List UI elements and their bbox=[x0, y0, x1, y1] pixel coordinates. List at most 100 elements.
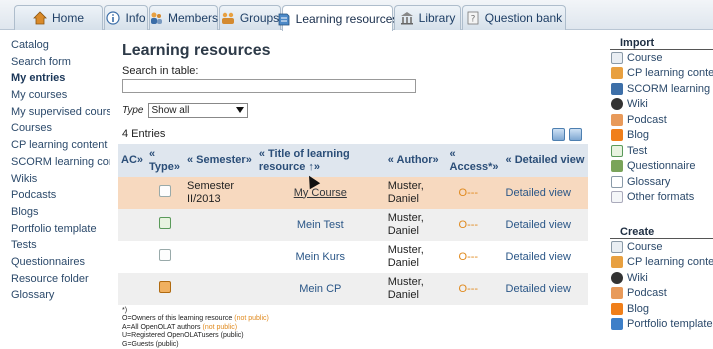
detailed-view-link[interactable]: Detailed view bbox=[506, 283, 571, 295]
sidebar-item-wikis[interactable]: Wikis bbox=[0, 171, 110, 188]
sidebar-item-glossary[interactable]: Glossary bbox=[0, 287, 110, 304]
tab-members[interactable]: Members bbox=[149, 5, 218, 30]
main-tab-bar: Home Info Members Groups Learning resour… bbox=[0, 0, 713, 31]
sidebar-item-resource-folder[interactable]: Resource folder bbox=[0, 271, 110, 288]
table-export-icon[interactable] bbox=[569, 127, 582, 141]
cell-author: Muster, Daniel bbox=[384, 177, 447, 209]
info-icon bbox=[106, 11, 121, 25]
sidebar-item-blogs[interactable]: Blogs bbox=[0, 204, 110, 221]
podcast-icon bbox=[611, 113, 623, 126]
import-wiki[interactable]: Wiki bbox=[610, 97, 713, 113]
tab-question-bank[interactable]: ? Question bank bbox=[462, 5, 566, 30]
legend-line: A=All OpenOLAT authors (not public) bbox=[122, 323, 238, 331]
create-blog[interactable]: Blog bbox=[610, 301, 713, 317]
scorm-icon bbox=[611, 82, 623, 95]
column-header-semester[interactable]: « Semester» bbox=[184, 144, 256, 177]
tab-learning-resources[interactable]: Learning resources bbox=[278, 5, 398, 31]
table-tools bbox=[552, 127, 582, 141]
sidebar-item-tests[interactable]: Tests bbox=[0, 237, 110, 254]
sidebar-item-podcasts[interactable]: Podcasts bbox=[0, 187, 110, 204]
tab-info[interactable]: Info bbox=[104, 5, 148, 30]
column-header-access[interactable]: « Access*» bbox=[446, 144, 503, 177]
right-actions-panel: Import Course CP learning content SCORM … bbox=[610, 37, 713, 332]
import-heading: Import bbox=[610, 37, 713, 50]
sidebar-item-scorm-learning-content[interactable]: SCORM learning content bbox=[0, 154, 110, 171]
blog-icon bbox=[611, 302, 623, 315]
create-podcast[interactable]: Podcast bbox=[610, 286, 713, 302]
portfolio-template-icon bbox=[611, 318, 623, 331]
glossary-icon bbox=[611, 175, 623, 188]
table-settings-icon[interactable] bbox=[552, 127, 565, 141]
import-course[interactable]: Course bbox=[610, 50, 713, 66]
import-scorm-learning-content[interactable]: SCORM learning content bbox=[610, 81, 713, 97]
create-course[interactable]: Course bbox=[610, 239, 713, 255]
questionnaire-icon bbox=[611, 160, 623, 173]
course-icon bbox=[611, 51, 623, 64]
column-header-type[interactable]: « Type» bbox=[146, 144, 184, 177]
import-questionnaire[interactable]: Questionnaire bbox=[610, 159, 713, 175]
table-row[interactable]: Mein Test Muster, Daniel O--- Detailed v… bbox=[118, 209, 588, 241]
cp-icon bbox=[159, 281, 171, 293]
groups-icon bbox=[221, 11, 235, 25]
cell-semester bbox=[184, 273, 256, 305]
create-portfolio-template[interactable]: Portfolio template bbox=[610, 317, 713, 333]
detailed-view-link[interactable]: Detailed view bbox=[506, 219, 571, 231]
resource-title-link[interactable]: Mein CP bbox=[299, 283, 341, 295]
import-test[interactable]: Test bbox=[610, 143, 713, 159]
sidebar-item-questionnaires[interactable]: Questionnaires bbox=[0, 254, 110, 271]
type-select-value: Show all bbox=[151, 104, 190, 116]
table-search-input[interactable] bbox=[122, 79, 416, 93]
import-other-formats[interactable]: Other formats bbox=[610, 190, 713, 206]
sidebar-item-courses[interactable]: Courses bbox=[0, 120, 110, 137]
column-header-author[interactable]: « Author» bbox=[384, 144, 447, 177]
sidebar-item-my-entries[interactable]: My entries bbox=[0, 70, 110, 87]
import-cp-learning-content[interactable]: CP learning content bbox=[610, 66, 713, 82]
chevron-down-icon bbox=[235, 105, 244, 116]
svg-text:?: ? bbox=[470, 15, 475, 25]
import-podcast[interactable]: Podcast bbox=[610, 112, 713, 128]
sidebar-item-portfolio-template[interactable]: Portfolio template bbox=[0, 221, 110, 238]
tab-label: Library bbox=[418, 11, 456, 25]
members-icon bbox=[149, 11, 163, 25]
legend-line: O=Owners of this learning resource (not … bbox=[122, 315, 269, 323]
entries-row: 4 Entries bbox=[122, 126, 592, 142]
create-wiki[interactable]: Wiki bbox=[610, 270, 713, 286]
tab-label: Info bbox=[125, 11, 146, 25]
sidebar-item-my-courses[interactable]: My courses bbox=[0, 87, 110, 104]
wiki-icon bbox=[611, 271, 623, 284]
question-bank-icon: ? bbox=[466, 11, 480, 25]
detailed-view-link[interactable]: Detailed view bbox=[506, 187, 571, 199]
sidebar-item-catalog[interactable]: Catalog bbox=[0, 37, 110, 54]
course-icon bbox=[159, 249, 171, 261]
column-header-detailed-view[interactable]: « Detailed view bbox=[502, 144, 588, 177]
cell-ac bbox=[118, 241, 146, 273]
type-select[interactable]: Show all bbox=[147, 102, 248, 118]
resource-title-link[interactable]: My Course bbox=[294, 187, 347, 199]
cell-semester bbox=[184, 209, 256, 241]
sidebar-item-search-form[interactable]: Search form bbox=[0, 54, 110, 71]
table-header-row: AC» « Type» « Semester» « Title of learn… bbox=[118, 144, 588, 177]
create-cp-learning-content[interactable]: CP learning content bbox=[610, 255, 713, 271]
cell-access: O--- bbox=[446, 177, 503, 209]
type-label: Type bbox=[122, 104, 144, 116]
table-row[interactable]: Mein CP Muster, Daniel O--- Detailed vie… bbox=[118, 273, 588, 305]
tab-home[interactable]: Home bbox=[14, 5, 103, 30]
import-blog[interactable]: Blog bbox=[610, 128, 713, 144]
resource-title-link[interactable]: Mein Kurs bbox=[296, 251, 346, 263]
legend-star: *) bbox=[122, 307, 128, 314]
sidebar-item-cp-learning-content[interactable]: CP learning content bbox=[0, 137, 110, 154]
import-glossary[interactable]: Glossary bbox=[610, 174, 713, 190]
resources-table: AC» « Type» « Semester» « Title of learn… bbox=[118, 144, 588, 305]
cell-access: O--- bbox=[446, 273, 503, 305]
sidebar-item-my-supervised-courses[interactable]: My supervised courses bbox=[0, 104, 110, 121]
column-header-title[interactable]: « Title of learning resource ↑» bbox=[255, 144, 385, 177]
tab-library[interactable]: Library bbox=[394, 5, 461, 30]
resource-title-link[interactable]: Mein Test bbox=[297, 219, 344, 231]
cp-icon bbox=[611, 67, 623, 80]
column-header-ac[interactable]: AC» bbox=[118, 144, 147, 177]
legend-line: G=Guests (public) bbox=[122, 340, 179, 348]
table-row[interactable]: Semester II/2013 My Course Muster, Danie… bbox=[118, 177, 588, 209]
tab-groups[interactable]: Groups bbox=[219, 5, 281, 30]
detailed-view-link[interactable]: Detailed view bbox=[506, 251, 571, 263]
table-row[interactable]: Mein Kurs Muster, Daniel O--- Detailed v… bbox=[118, 241, 588, 273]
